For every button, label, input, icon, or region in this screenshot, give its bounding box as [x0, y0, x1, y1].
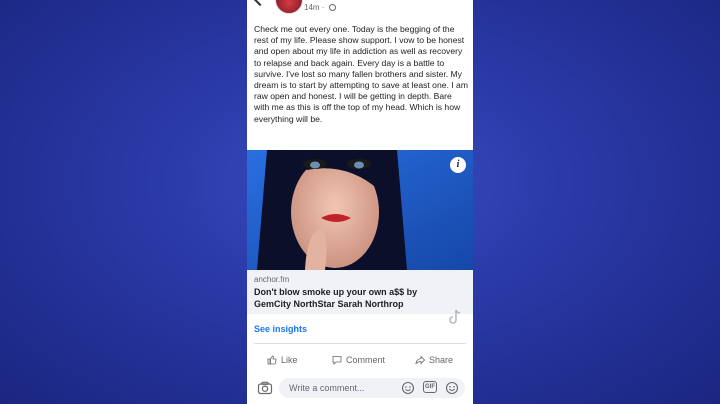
- thumbs-up-icon: [267, 355, 277, 365]
- like-button[interactable]: Like: [267, 352, 298, 368]
- comment-icon: [332, 356, 342, 365]
- facebook-post-card: 14m · Check me out every one. Today is t…: [247, 0, 473, 404]
- camera-icon[interactable]: [257, 380, 273, 396]
- comment-button[interactable]: Comment: [332, 352, 385, 368]
- portrait-image: [247, 150, 473, 270]
- divider: [254, 343, 466, 344]
- avatar[interactable]: [275, 0, 303, 14]
- post-actions: Like Comment Share: [247, 352, 473, 368]
- post-text: Check me out every one. Today is the beg…: [254, 24, 468, 124]
- info-icon[interactable]: i: [450, 157, 466, 173]
- comment-label: Comment: [346, 355, 386, 365]
- link-domain: anchor.fm: [254, 275, 290, 284]
- emoji-icon[interactable]: [445, 381, 459, 395]
- share-button[interactable]: Share: [415, 352, 453, 368]
- like-label: Like: [281, 355, 298, 365]
- post-header: 14m ·: [247, 0, 473, 18]
- separator-dot: ·: [321, 3, 327, 12]
- sticker-icon[interactable]: [401, 381, 415, 395]
- comment-composer: Write a comment... GIF: [247, 374, 473, 404]
- gif-icon[interactable]: GIF: [423, 381, 437, 395]
- link-preview-image[interactable]: i: [247, 150, 473, 270]
- see-insights-link[interactable]: See insights: [254, 324, 307, 334]
- comment-input[interactable]: Write a comment... GIF: [279, 378, 465, 398]
- share-icon: [415, 355, 425, 365]
- link-title: Don't blow smoke up your own a$$ by GemC…: [254, 287, 418, 309]
- comment-placeholder: Write a comment...: [289, 383, 365, 393]
- post-time-text: 14m: [304, 3, 320, 12]
- link-preview[interactable]: anchor.fm Don't blow smoke up your own a…: [247, 270, 473, 314]
- back-icon[interactable]: [252, 0, 268, 7]
- post-timestamp: 14m ·: [304, 3, 336, 12]
- share-label: Share: [429, 355, 454, 365]
- globe-icon: [328, 4, 336, 11]
- tiktok-watermark-icon: [449, 309, 461, 324]
